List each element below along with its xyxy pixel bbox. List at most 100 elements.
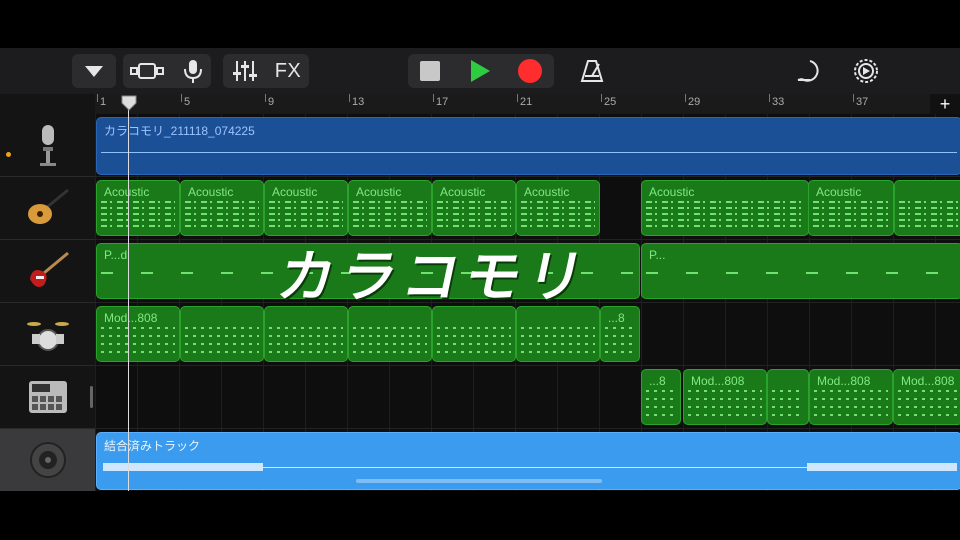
resize-handle[interactable] — [90, 386, 93, 408]
ruler-bar-number: 17 — [436, 96, 449, 108]
region-label: Acoustic — [272, 185, 318, 199]
midi-region[interactable]: P... — [641, 243, 960, 299]
playhead-icon — [121, 95, 137, 111]
timeline-ruler[interactable]: + 1 5 9 13 17 21 25 29 33 37 — [95, 94, 960, 115]
track-headers — [0, 94, 95, 492]
midi-region[interactable]: ...8 — [641, 369, 681, 425]
region-label: カラコモリ_211118_074225 — [104, 124, 255, 138]
track-header-electric-guitar[interactable] — [0, 240, 95, 303]
midi-region[interactable]: Acoustic — [264, 180, 348, 236]
ruler-bar-number: 9 — [268, 96, 275, 108]
stop-button[interactable] — [410, 54, 450, 88]
midi-region[interactable] — [894, 180, 960, 236]
midi-region[interactable] — [767, 369, 809, 425]
midi-region[interactable] — [432, 306, 516, 362]
region-label: P...d — [104, 248, 128, 262]
note-pattern — [899, 201, 960, 229]
region-label: Acoustic — [440, 185, 486, 199]
note-pattern — [437, 327, 511, 355]
loop-browser-icon — [797, 60, 819, 82]
track-header-vocal[interactable] — [0, 114, 95, 177]
region-label: Mod...808 — [901, 374, 955, 388]
ruler-bar-number: 1 — [100, 96, 107, 108]
note-pattern — [353, 201, 427, 229]
track-header-acoustic-guitar[interactable] — [0, 177, 95, 240]
view-group — [123, 54, 211, 88]
midi-region[interactable]: Acoustic — [180, 180, 264, 236]
record-icon — [518, 59, 542, 83]
note-pattern — [101, 201, 175, 229]
microphone-icon — [184, 60, 202, 83]
region-label: 結合済みトラック — [104, 439, 201, 453]
note-pattern — [646, 264, 958, 292]
mixer-group: FX — [223, 54, 309, 88]
waveform-segment — [103, 463, 263, 471]
region-label: Acoustic — [356, 185, 402, 199]
midi-region[interactable]: Acoustic — [432, 180, 516, 236]
midi-region[interactable]: Mod...808 — [683, 369, 767, 425]
ruler-bar-number: 37 — [856, 96, 869, 108]
midi-region[interactable]: Mod...808 — [96, 306, 180, 362]
midi-region[interactable]: Mod...808 — [893, 369, 960, 425]
note-pattern — [353, 327, 427, 355]
note-pattern — [813, 201, 889, 229]
microphone-button[interactable] — [175, 54, 211, 88]
midi-region[interactable]: Acoustic — [348, 180, 432, 236]
region-label: Acoustic — [524, 185, 570, 199]
tracks-view-button[interactable] — [123, 54, 171, 88]
lane-vocal: カラコモリ_211118_074225 — [95, 114, 960, 177]
midi-region[interactable]: Acoustic — [516, 180, 600, 236]
fx-button[interactable]: FX — [267, 54, 309, 88]
region-label: Acoustic — [104, 185, 150, 199]
track-header-merged[interactable] — [0, 429, 95, 492]
overlay-title: カラコモリ — [272, 245, 596, 310]
region-label: Acoustic — [816, 185, 862, 199]
track-header-beat-sequencer[interactable] — [0, 366, 95, 429]
midi-region[interactable] — [516, 306, 600, 362]
track-header-drums[interactable] — [0, 303, 95, 366]
note-pattern — [185, 201, 259, 229]
record-enable-indicator — [6, 152, 11, 157]
ruler-bar-number: 33 — [772, 96, 785, 108]
midi-region[interactable] — [348, 306, 432, 362]
record-button[interactable] — [510, 54, 550, 88]
horizontal-scrollbar[interactable] — [356, 479, 602, 483]
note-pattern — [521, 201, 595, 229]
metronome-button[interactable] — [574, 54, 610, 88]
ruler-bar-number: 5 — [184, 96, 191, 108]
midi-region[interactable]: Acoustic — [641, 180, 809, 236]
audio-region-recording[interactable]: カラコモリ_211118_074225 — [96, 117, 960, 175]
settings-button[interactable] — [846, 54, 886, 88]
region-label: P... — [649, 248, 666, 262]
midi-region[interactable]: ...8 — [600, 306, 640, 362]
ruler-tick — [97, 94, 98, 102]
bottom-black-bar — [0, 491, 960, 540]
region-label: Mod...808 — [691, 374, 745, 388]
midi-region[interactable]: Mod...808 — [809, 369, 893, 425]
acoustic-guitar-icon — [27, 188, 69, 224]
mixer-icon — [233, 61, 257, 81]
note-pattern — [269, 201, 343, 229]
electric-guitar-icon — [29, 251, 69, 287]
play-button[interactable] — [458, 54, 502, 88]
note-pattern — [521, 327, 595, 355]
note-pattern — [101, 327, 175, 355]
midi-region[interactable]: Acoustic — [808, 180, 894, 236]
midi-region[interactable]: Acoustic — [96, 180, 180, 236]
playhead-handle[interactable] — [121, 95, 137, 116]
ruler-tick — [181, 94, 182, 102]
ruler-tick — [265, 94, 266, 102]
note-pattern — [646, 201, 804, 229]
chevron-down-button[interactable] — [72, 54, 116, 88]
chevron-down-icon — [85, 66, 103, 77]
ruler-tick — [685, 94, 686, 102]
loop-browser-button[interactable] — [790, 54, 830, 88]
top-black-bar — [0, 0, 960, 48]
play-icon — [471, 60, 490, 82]
mixer-button[interactable] — [223, 54, 267, 88]
midi-region[interactable] — [180, 306, 264, 362]
add-section-button[interactable]: + — [930, 94, 960, 114]
midi-region[interactable] — [264, 306, 348, 362]
ruler-tick — [517, 94, 518, 102]
region-label: Acoustic — [188, 185, 234, 199]
